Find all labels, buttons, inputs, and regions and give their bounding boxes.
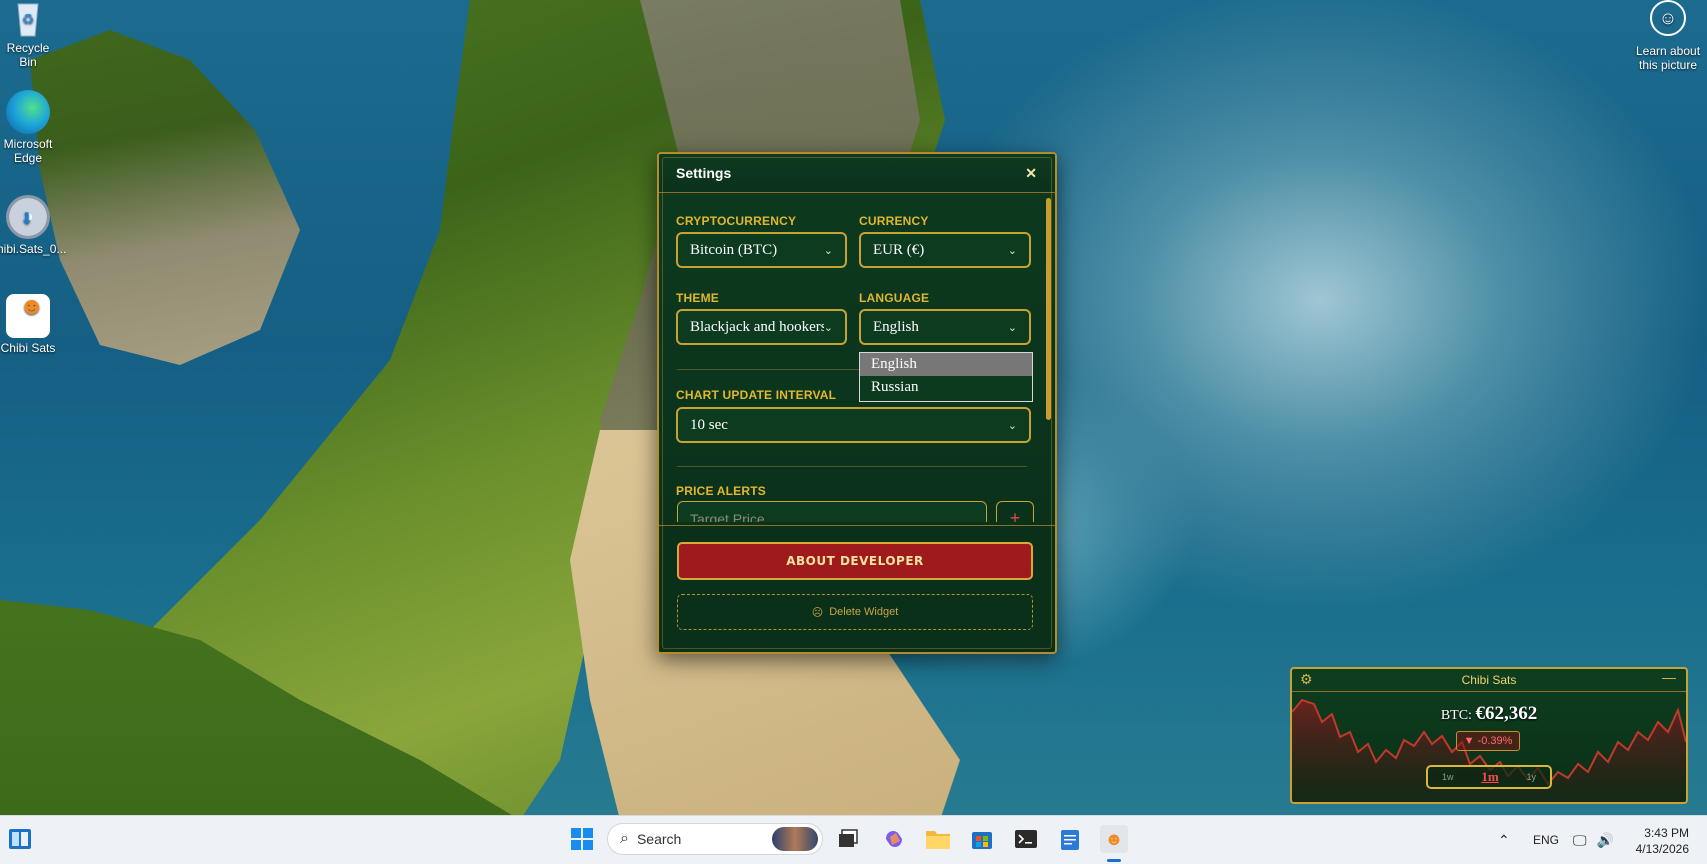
- file-explorer-icon[interactable]: [924, 825, 952, 853]
- settings-scrollbar[interactable]: [1046, 198, 1051, 420]
- chevron-down-icon: ⌄: [823, 243, 833, 257]
- delete-widget-button[interactable]: ☹ Delete Widget: [677, 594, 1033, 630]
- desktop-icon-label: Microsoft Edge: [3, 137, 53, 165]
- clock-date: 4/13/2026: [1635, 842, 1689, 856]
- theme-value: Blackjack and hookers: [690, 318, 824, 335]
- widget-price: BTC: €62,362: [1292, 703, 1686, 725]
- currency-label: CURRENCY: [859, 214, 929, 228]
- tray-overflow[interactable]: ⌃: [1498, 816, 1510, 864]
- notepad-icon[interactable]: [1056, 825, 1084, 853]
- price-alerts-label: PRICE ALERTS: [676, 484, 766, 498]
- currency-value: EUR (€): [873, 241, 925, 258]
- about-developer-button[interactable]: ABOUT DEVELOPER: [677, 542, 1033, 580]
- network-icon: 🖵: [1573, 831, 1587, 848]
- chevron-down-icon: ⌄: [1007, 418, 1017, 432]
- desktop-icon-edge[interactable]: Microsoft Edge: [0, 90, 59, 165]
- copilot-icon[interactable]: [880, 825, 908, 853]
- edge-icon: [6, 90, 50, 134]
- settings-window: Settings ✕ CRYPTOCURRENCY Bitcoin (BTC) …: [657, 152, 1057, 654]
- widget-price-value: €62,362: [1475, 703, 1538, 724]
- minimize-icon[interactable]: —: [1662, 669, 1676, 685]
- cryptocurrency-select[interactable]: Bitcoin (BTC) ⌄: [676, 232, 847, 268]
- widget-price-prefix: BTC:: [1440, 708, 1472, 723]
- clock-time: 3:43 PM: [1644, 826, 1689, 840]
- terminal-icon[interactable]: [1012, 825, 1040, 853]
- widget-title: Chibi Sats: [1461, 673, 1517, 687]
- learn-about-picture[interactable]: ☺ Learn about this picture: [1633, 0, 1703, 72]
- widget-header: ⚙ Chibi Sats —: [1292, 669, 1686, 692]
- tab-1y[interactable]: 1y: [1527, 772, 1537, 782]
- installer-disc-icon: ⬇: [6, 195, 50, 239]
- close-icon[interactable]: ✕: [1025, 165, 1037, 182]
- theme-select[interactable]: Blackjack and hookers ⌄: [676, 309, 847, 345]
- target-price-input[interactable]: Target Price: [677, 501, 987, 522]
- chevron-down-icon: ⌄: [823, 320, 833, 334]
- widget-range-tabs: 1w 1m 1y: [1426, 765, 1552, 789]
- taskbar: ⌕ Search ☻ ⌃ ENG 🖵 🔊 3:43 PM 4/13/2026: [0, 815, 1707, 864]
- desktop-icon-recycle-bin[interactable]: ♻ Recycle Bin: [0, 0, 59, 69]
- search-highlight-image: [772, 827, 818, 851]
- chevron-up-icon: ⌃: [1498, 831, 1510, 848]
- chibi-sats-widget: ⚙ Chibi Sats — BTC: €62,362 ▼ -0.39% 1w …: [1290, 667, 1688, 804]
- delete-widget-label: Delete Widget: [829, 606, 899, 618]
- language-select[interactable]: English ⌄: [859, 309, 1031, 345]
- active-app-indicator: [1107, 859, 1121, 862]
- divider: [677, 466, 1027, 467]
- desktop-icon-label: hibi.Sats_0...: [0, 242, 67, 256]
- search-icon: ⌕: [620, 830, 629, 847]
- settings-header: Settings ✕: [659, 154, 1055, 193]
- chevron-down-icon: ⌄: [1007, 243, 1017, 257]
- desktop-icon-chibi-sats[interactable]: ☻ Chibi Sats: [0, 294, 59, 355]
- theme-label: THEME: [676, 291, 719, 305]
- tab-1m[interactable]: 1m: [1481, 769, 1498, 785]
- taskbar-clock[interactable]: 3:43 PM 4/13/2026: [1636, 825, 1689, 857]
- chevron-down-icon: ⌄: [1007, 320, 1017, 334]
- language-label: LANGUAGE: [859, 291, 930, 305]
- chibi-sats-icon: ☻: [6, 294, 50, 338]
- language-option-russian[interactable]: Russian: [860, 376, 1032, 399]
- desktop-icon-label: Recycle Bin: [6, 41, 50, 69]
- svg-text:♻: ♻: [22, 12, 35, 28]
- taskbar-search[interactable]: ⌕ Search: [607, 823, 823, 855]
- language-option-english[interactable]: English: [860, 353, 1032, 376]
- recycle-bin-icon: ♻: [6, 0, 50, 38]
- desktop-icon-installer[interactable]: ⬇ hibi.Sats_0...: [0, 195, 67, 256]
- desktop-icon-label: Chibi Sats: [0, 341, 56, 355]
- volume-icon: 🔊: [1596, 831, 1614, 848]
- sad-face-icon: ☹: [811, 606, 824, 619]
- chibi-sats-taskbar-icon[interactable]: ☻: [1100, 825, 1128, 853]
- task-view-icon[interactable]: [834, 825, 862, 853]
- search-label: Search: [636, 831, 682, 847]
- system-tray-icons[interactable]: 🖵 🔊: [1573, 816, 1614, 864]
- interval-value: 10 sec: [690, 416, 728, 433]
- language-dropdown: English Russian: [859, 352, 1033, 402]
- start-icon[interactable]: [568, 825, 596, 853]
- add-alert-button[interactable]: +: [996, 501, 1034, 522]
- store-icon[interactable]: [968, 825, 996, 853]
- cryptocurrency-value: Bitcoin (BTC): [690, 241, 778, 258]
- settings-footer: ABOUT DEVELOPER ☹ Delete Widget: [659, 525, 1055, 652]
- tab-1w[interactable]: 1w: [1442, 772, 1454, 782]
- input-language[interactable]: ENG: [1533, 816, 1559, 864]
- camera-icon: ☺: [1650, 0, 1686, 36]
- widget-change-badge: ▼ -0.39%: [1456, 731, 1520, 751]
- gear-icon[interactable]: ⚙: [1300, 671, 1313, 688]
- language-value: English: [873, 318, 919, 335]
- interval-select[interactable]: 10 sec ⌄: [676, 407, 1031, 443]
- settings-title: Settings: [676, 165, 732, 181]
- interval-label: CHART UPDATE INTERVAL: [676, 388, 837, 402]
- widgets-icon[interactable]: [6, 825, 34, 853]
- cryptocurrency-label: CRYPTOCURRENCY: [676, 214, 797, 228]
- currency-select[interactable]: EUR (€) ⌄: [859, 232, 1031, 268]
- learn-about-picture-label: Learn about this picture: [1635, 44, 1701, 72]
